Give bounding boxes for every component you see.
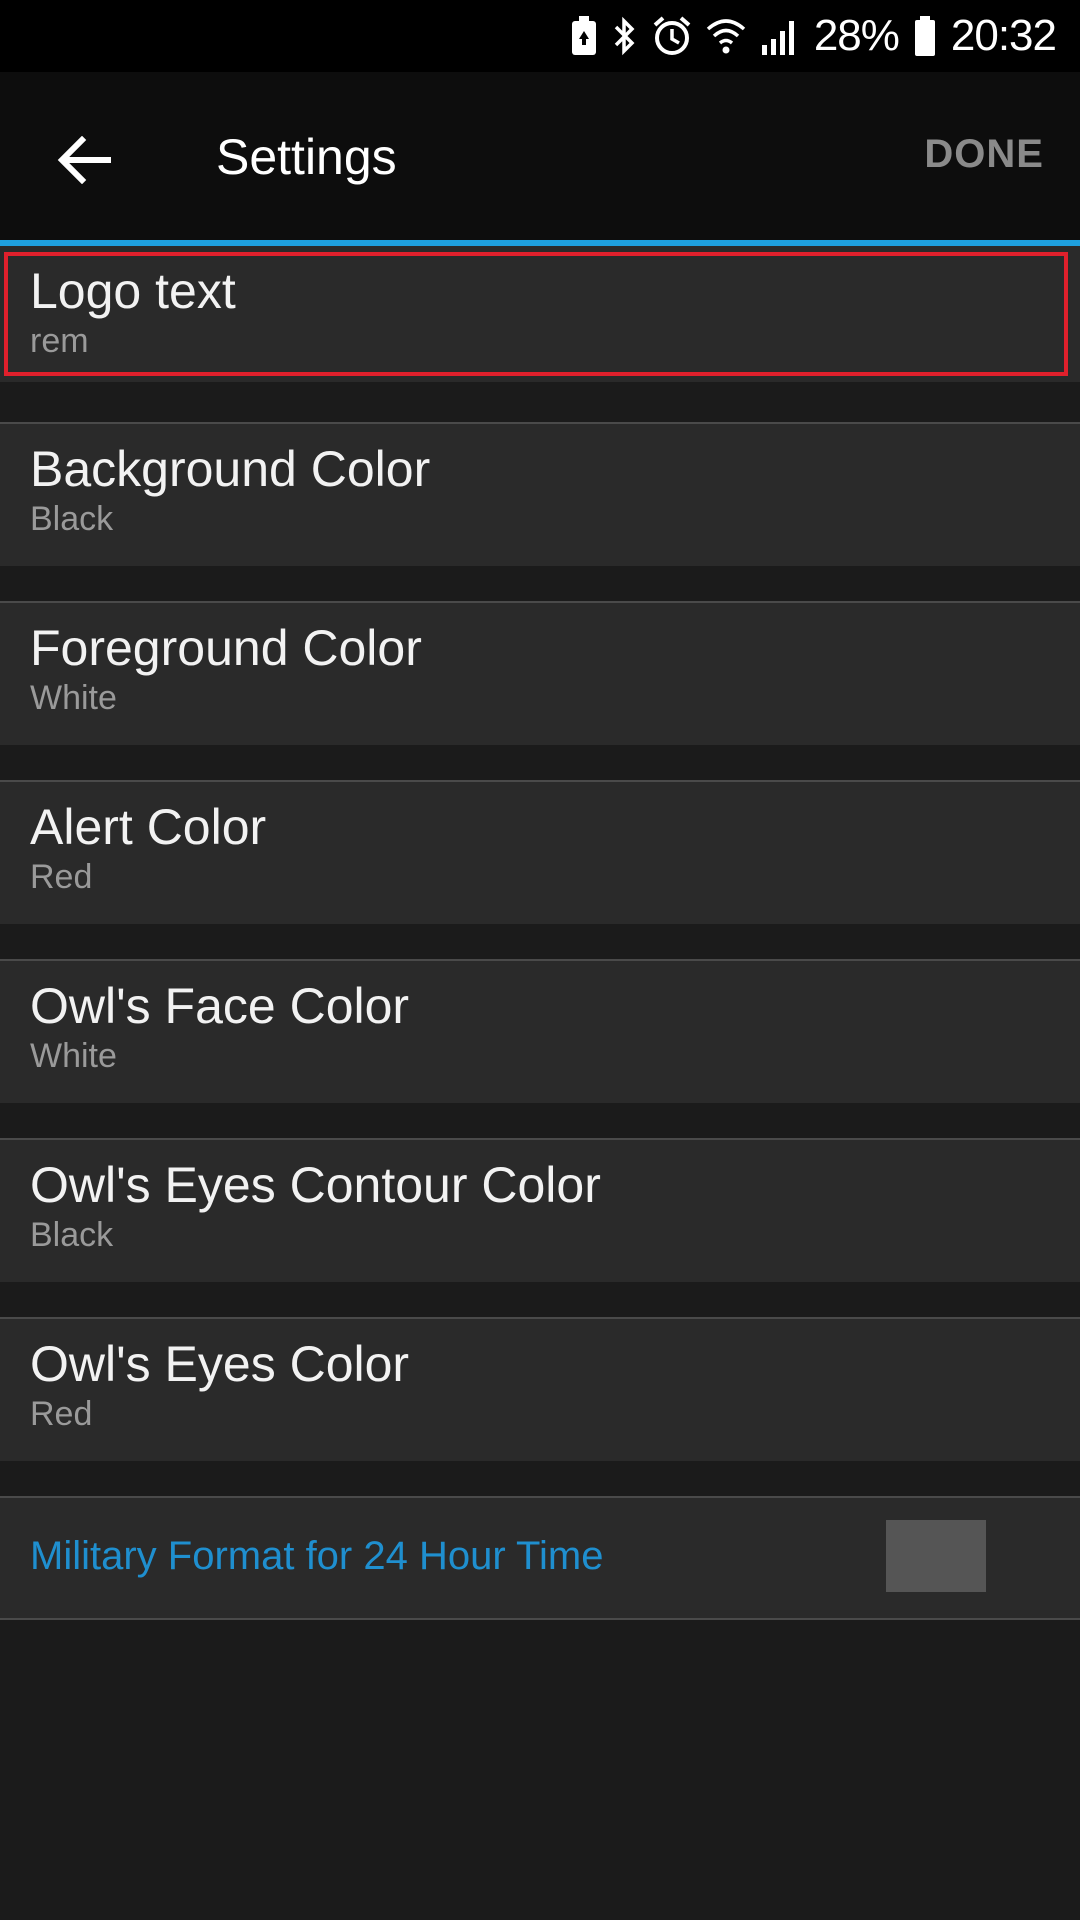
status-time: 20:32 xyxy=(950,11,1057,60)
bluetooth-icon xyxy=(612,14,638,58)
setting-summary: Black xyxy=(30,500,114,538)
setting-title: Alert Color xyxy=(30,799,267,855)
setting-title: Foreground Color xyxy=(30,620,422,676)
signal-icon xyxy=(760,14,800,58)
setting-title: Owl's Eyes Color xyxy=(30,1336,410,1392)
arrow-left-icon xyxy=(57,136,111,184)
setting-logo-text[interactable]: Logo text rem xyxy=(0,246,1080,382)
setting-title: Logo text xyxy=(30,263,236,319)
page-title: Settings xyxy=(216,129,397,185)
battery-icon xyxy=(913,14,937,58)
alarm-icon xyxy=(652,14,692,58)
setting-summary: Black xyxy=(30,1216,114,1254)
app-bar: Settings DONE xyxy=(0,72,1080,240)
toggle-label: Military Format for 24 Hour Time xyxy=(30,1534,604,1578)
setting-summary: White xyxy=(30,679,117,717)
setting-title: Background Color xyxy=(30,441,431,497)
wifi-icon xyxy=(706,14,746,58)
military-format-checkbox[interactable] xyxy=(886,1520,986,1592)
setting-owl-eyes-contour-color[interactable]: Owl's Eyes Contour Color Black xyxy=(0,1138,1080,1282)
done-button[interactable]: DONE xyxy=(924,132,1044,177)
setting-military-format-toggle-row[interactable]: Military Format for 24 Hour Time xyxy=(0,1496,1080,1620)
setting-foreground-color[interactable]: Foreground Color White xyxy=(0,601,1080,745)
back-button[interactable] xyxy=(40,116,128,204)
setting-summary: White xyxy=(30,1037,117,1075)
setting-summary: Red xyxy=(30,858,93,896)
status-bar: 28% 20:32 xyxy=(0,0,1080,72)
setting-owl-eyes-color[interactable]: Owl's Eyes Color Red xyxy=(0,1317,1080,1461)
battery-percent: 28% xyxy=(813,11,900,60)
setting-background-color[interactable]: Background Color Black xyxy=(0,422,1080,566)
setting-owl-face-color[interactable]: Owl's Face Color White xyxy=(0,959,1080,1103)
setting-title: Owl's Eyes Contour Color xyxy=(30,1157,601,1213)
setting-summary: Red xyxy=(30,1395,93,1433)
battery-saver-icon xyxy=(570,14,598,58)
setting-title: Owl's Face Color xyxy=(30,978,410,1034)
setting-summary: rem xyxy=(30,322,89,360)
setting-alert-color[interactable]: Alert Color Red xyxy=(0,780,1080,924)
